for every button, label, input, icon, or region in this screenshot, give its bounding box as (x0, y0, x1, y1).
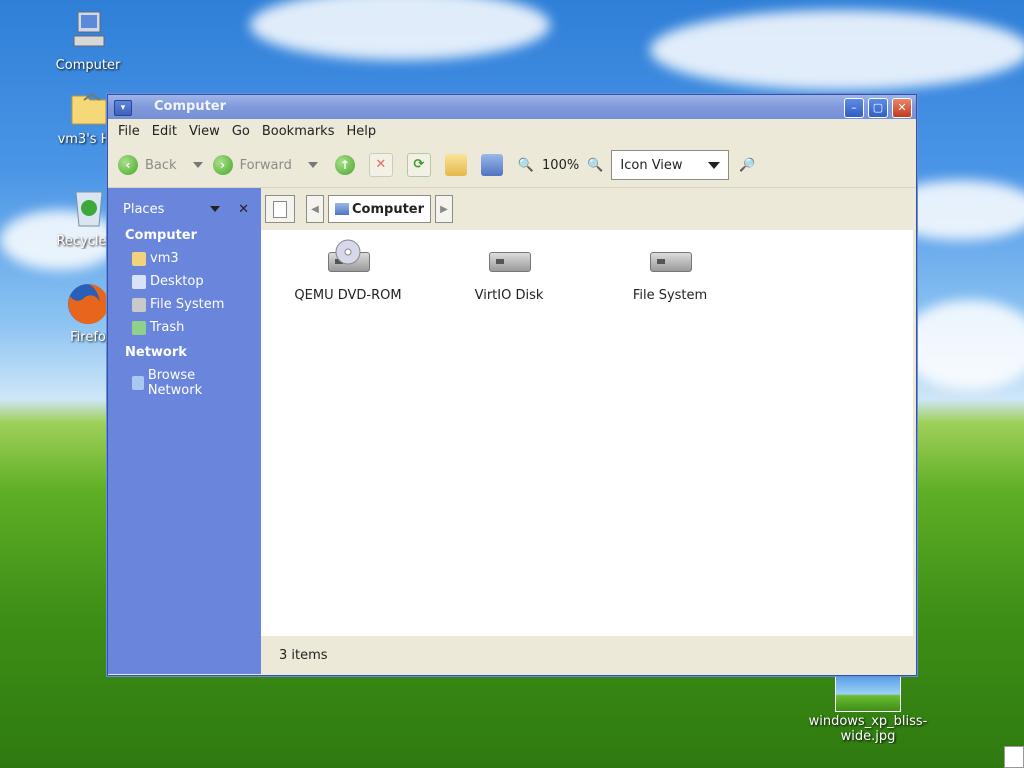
chevron-down-icon[interactable] (210, 206, 221, 212)
drive-body (650, 252, 692, 272)
file-item-label: File System (632, 288, 708, 303)
desktop-icon-label: Computer (55, 58, 121, 73)
cloud (250, 0, 550, 60)
search-icon[interactable]: 🔎 (739, 158, 755, 173)
menu-view[interactable]: View (183, 124, 226, 139)
desktop-icon-computer[interactable]: Computer (48, 8, 128, 73)
forward-button[interactable]: › Forward (212, 155, 292, 175)
status-bar: 3 items (261, 636, 913, 674)
menubar: File Edit View Go Bookmarks Help (108, 119, 916, 143)
back-history-dropdown[interactable] (192, 162, 203, 168)
minimize-icon: – (851, 101, 857, 114)
back-arrow-icon: ‹ (118, 155, 138, 175)
file-view: QEMU DVD-ROM VirtIO Disk File System (261, 230, 913, 636)
view-mode-value: Icon View (620, 157, 683, 173)
sidebar-section-network: Network (125, 345, 187, 360)
network-icon (132, 376, 144, 390)
stop-icon[interactable]: ✕ (368, 153, 393, 177)
window-titlebar[interactable]: ▾ Computer – ▢ ✕ (108, 95, 916, 119)
file-manager-window: ▾ Computer – ▢ ✕ File Edit View Go Bookm… (107, 94, 917, 676)
dvd-drive-icon (326, 239, 370, 284)
view-mode-select[interactable]: Icon View (611, 150, 730, 180)
sidebar-item-label: Browse Network (147, 368, 203, 398)
maximize-button[interactable]: ▢ (868, 98, 888, 118)
recycle-bin-icon (64, 184, 112, 232)
forward-arrow-icon: › (212, 155, 233, 175)
hard-disk-icon (487, 240, 531, 284)
file-item-label: VirtIO Disk (474, 288, 544, 303)
path-scroll-right-button[interactable]: ▶ (435, 195, 454, 223)
sidebar-item-filesystem[interactable]: File System (108, 293, 261, 316)
window-menu-button[interactable]: ▾ (114, 100, 132, 116)
home-icon (132, 251, 146, 266)
desktop-icon-image-file[interactable]: windows_xp_bliss-wide.jpg (806, 676, 930, 744)
minimize-button[interactable]: – (844, 98, 864, 118)
zoom-out-icon[interactable]: 🔍 (518, 158, 534, 173)
close-button[interactable]: ✕ (892, 98, 912, 118)
computer-icon[interactable] (480, 154, 503, 176)
file-item-file-system[interactable]: File System (595, 240, 745, 303)
toolbar: ‹ Back › Forward ↑ ✕ ⟳ 🔍 100% 🔍 Icon Vie… (108, 143, 916, 188)
sidebar-item-label: File System (150, 297, 225, 312)
sidebar-header: Places ✕ (108, 194, 261, 224)
image-thumbnail-icon (835, 676, 901, 712)
sidebar-section-computer: Computer (125, 228, 198, 243)
firefox-icon (64, 280, 112, 328)
sidebar-mode-label[interactable]: Places (123, 202, 164, 217)
menu-file[interactable]: File (112, 124, 146, 139)
cloud (900, 300, 1024, 390)
desktop-icon-label: windows_xp_bliss-wide.jpg (808, 714, 928, 744)
file-item-dvd[interactable]: QEMU DVD-ROM (273, 239, 423, 303)
status-text: 3 items (279, 647, 328, 663)
sidebar-item-label: vm3 (150, 251, 179, 266)
window-title: Computer (154, 99, 227, 114)
desktop-icon (132, 274, 146, 289)
computer-icon (64, 8, 112, 56)
menu-edit[interactable]: Edit (146, 124, 183, 139)
path-segment-label: Computer (352, 201, 425, 217)
toggle-location-button[interactable] (265, 195, 295, 223)
document-icon (273, 200, 287, 218)
close-icon: ✕ (897, 101, 907, 114)
sidebar-item-browse-network[interactable]: Browse Network (108, 364, 261, 402)
computer-icon (335, 203, 349, 215)
forward-history-dropdown[interactable] (307, 162, 318, 168)
trash-icon (132, 320, 146, 335)
cloud (650, 10, 1024, 90)
filesystem-icon (132, 297, 146, 312)
menu-go[interactable]: Go (226, 124, 256, 139)
back-label: Back (145, 157, 177, 173)
places-sidebar: Places ✕ Computer vm3 Desktop File Syste… (108, 188, 261, 674)
sidebar-item-vm3[interactable]: vm3 (108, 247, 261, 270)
menu-help[interactable]: Help (340, 124, 382, 139)
drive-body (489, 252, 531, 272)
path-segment-computer[interactable]: Computer (328, 195, 432, 223)
forward-label: Forward (239, 157, 292, 173)
sidebar-item-desktop[interactable]: Desktop (108, 270, 261, 293)
location-bar: ◀ Computer ▶ (261, 188, 914, 230)
chevron-down-icon (708, 161, 721, 169)
home-folder-icon[interactable] (444, 154, 467, 176)
sidebar-item-trash[interactable]: Trash (108, 316, 261, 339)
zoom-in-icon[interactable]: 🔍 (587, 158, 603, 173)
hard-disk-icon (648, 240, 692, 284)
maximize-icon: ▢ (872, 101, 884, 114)
menu-bookmarks[interactable]: Bookmarks (256, 124, 341, 139)
path-scroll-left-button[interactable]: ◀ (306, 195, 324, 223)
desktop-corner-widget[interactable] (1004, 746, 1024, 768)
home-folder-icon (64, 82, 112, 130)
back-button[interactable]: ‹ Back (118, 155, 177, 175)
sidebar-item-label: Trash (150, 320, 185, 335)
sidebar-item-label: Desktop (150, 274, 204, 289)
close-icon[interactable]: ✕ (238, 202, 249, 217)
up-arrow-icon[interactable]: ↑ (334, 155, 355, 175)
file-item-virtio-disk[interactable]: VirtIO Disk (434, 240, 584, 303)
reload-icon[interactable]: ⟳ (406, 153, 431, 177)
file-item-label: QEMU DVD-ROM (294, 288, 402, 303)
zoom-level[interactable]: 100% (542, 158, 579, 173)
